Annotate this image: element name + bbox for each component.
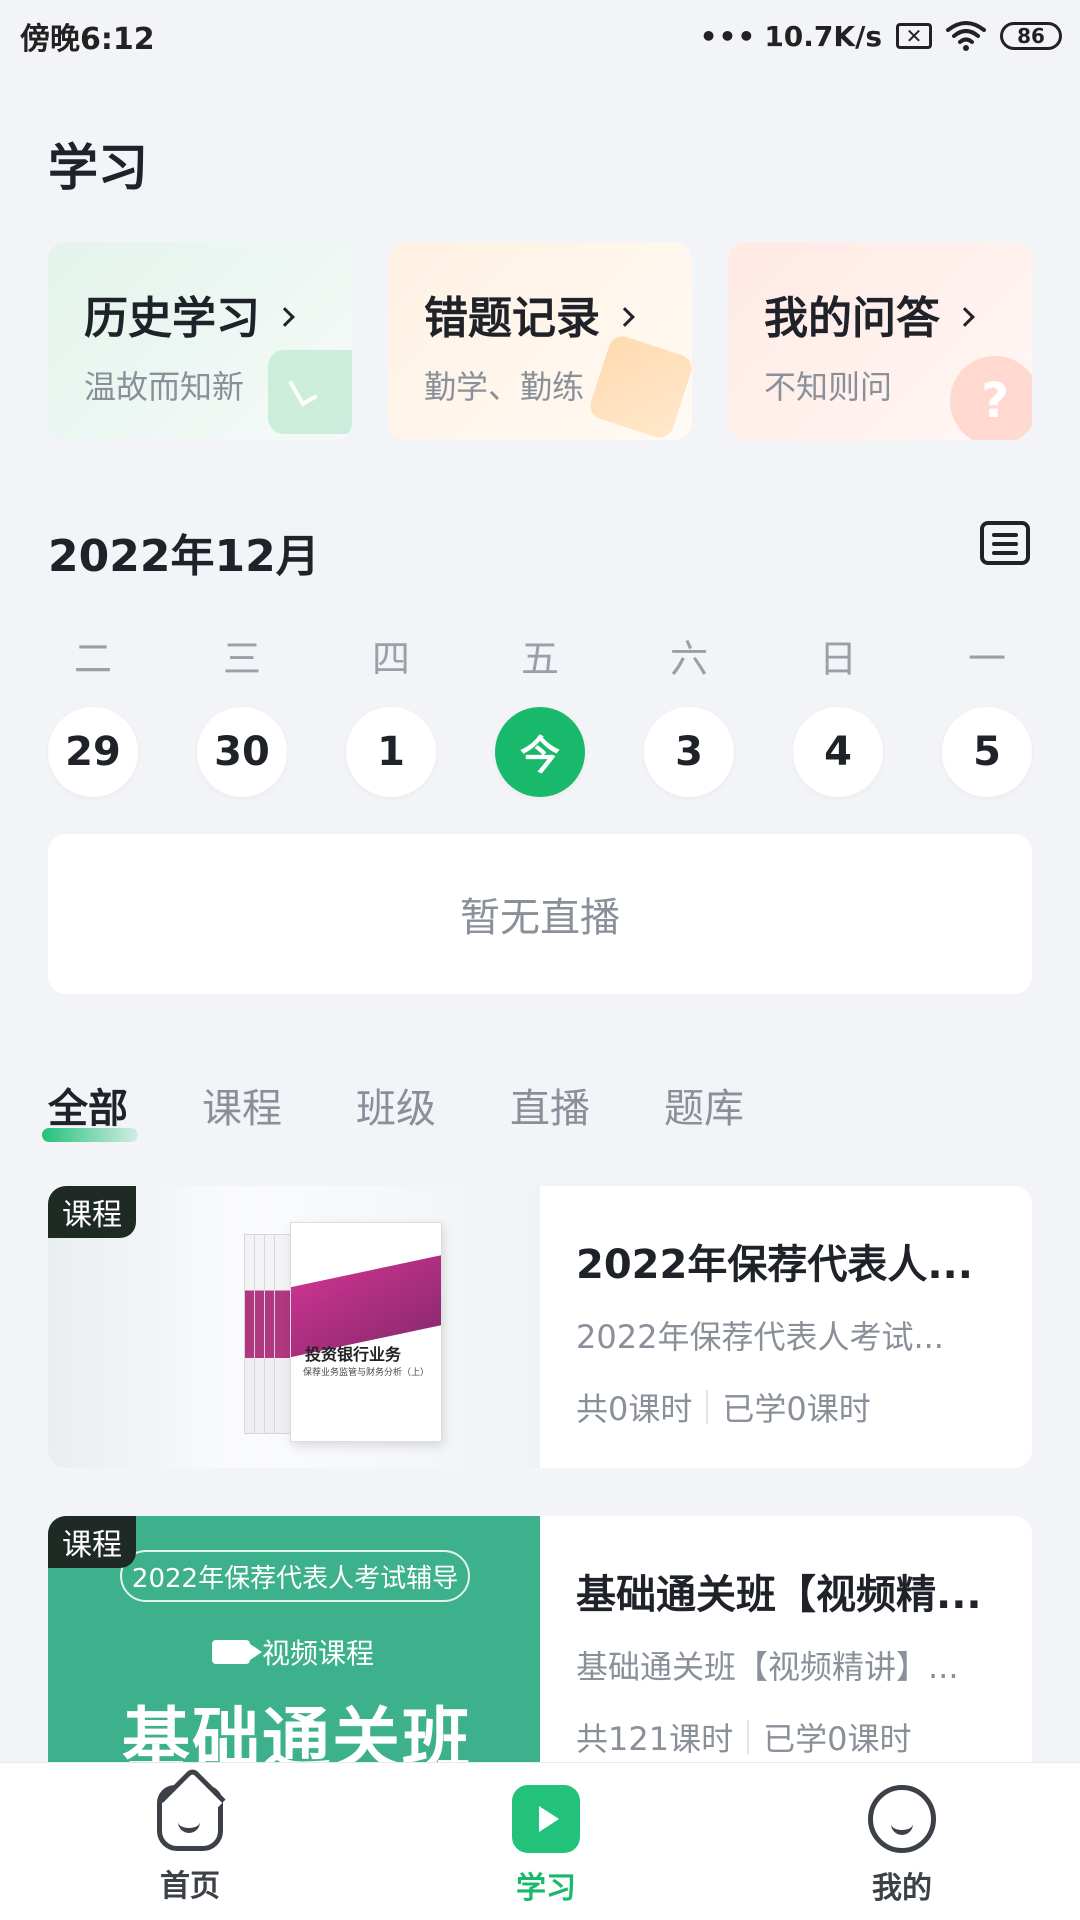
- course-title: 基础通关班【视频精...: [576, 1572, 982, 1618]
- video-camera-icon: [212, 1640, 262, 1664]
- book-stack-image: 投资银行业务 保荐业务监管与财务分析（上）: [198, 1214, 448, 1452]
- tab-course[interactable]: 课程: [202, 1076, 282, 1134]
- x-box-icon: ✕: [896, 23, 932, 49]
- question-icon: ?: [950, 356, 1032, 440]
- chevron-right-icon: [955, 307, 975, 327]
- tab-label: 题库: [664, 1086, 744, 1132]
- card-title: 历史学习: [84, 282, 352, 346]
- nav-mine[interactable]: 我的: [802, 1763, 1002, 1920]
- course-card[interactable]: 课程 2022年保荐代表人考试辅导 视频课程 基础通关班 基础通关班【视频精..…: [48, 1516, 1032, 1798]
- course-tag: 课程: [48, 1516, 136, 1568]
- mistake-record-card[interactable]: 错题记录 勤学、勤练: [388, 242, 692, 440]
- weekday-label: 日: [818, 637, 857, 681]
- course-desc: 2022年保荐代表人考试...: [576, 1318, 944, 1356]
- tab-class[interactable]: 班级: [356, 1076, 436, 1134]
- weekday-label: 五: [520, 637, 559, 681]
- book-title: 投资银行业务: [305, 1345, 402, 1364]
- status-icons: ••• 10.7K/s ✕ 86: [700, 20, 1062, 53]
- weekday-label: 三: [222, 637, 261, 681]
- tab-label: 班级: [356, 1086, 436, 1132]
- card-title: 错题记录: [424, 282, 692, 346]
- play-icon: [512, 1785, 580, 1853]
- course-total-lessons: 共0课时: [576, 1390, 693, 1428]
- course-total-lessons: 共121课时: [576, 1720, 734, 1758]
- course-learned-lessons: 已学0课时: [722, 1390, 871, 1428]
- calendar-day[interactable]: 30: [197, 707, 287, 797]
- my-qa-card[interactable]: 我的问答 不知则问 ?: [728, 242, 1032, 440]
- nav-label: 首页: [160, 1869, 220, 1904]
- course-meta: 共0课时 已学0课时: [576, 1384, 996, 1430]
- cover-pill-text: 2022年保荐代表人考试辅导: [120, 1550, 470, 1602]
- tab-live[interactable]: 直播: [510, 1076, 590, 1134]
- smile-icon: [868, 1785, 936, 1853]
- battery-level: 86: [1017, 24, 1045, 48]
- battery-icon: 86: [1000, 22, 1062, 50]
- network-speed: 10.7K/s: [764, 19, 882, 53]
- notebook-icon: [586, 332, 692, 440]
- course-title: 2022年保荐代表人...: [576, 1242, 973, 1288]
- status-dots: •••: [699, 19, 757, 53]
- calendar-day[interactable]: 29: [48, 707, 138, 797]
- live-empty-box: 暂无直播: [48, 834, 1032, 994]
- meta-divider: [747, 1720, 750, 1754]
- nav-label: 我的: [872, 1871, 932, 1906]
- course-desc: 基础通关班【视频精讲】...: [576, 1648, 959, 1686]
- book-front: 投资银行业务 保荐业务监管与财务分析（上）: [290, 1222, 442, 1442]
- tab-label: 直播: [510, 1086, 590, 1132]
- course-cover: 课程 投资银行业务 保荐业务监管与财务分析（上）: [48, 1186, 540, 1468]
- course-cover: 课程 2022年保荐代表人考试辅导 视频课程 基础通关班: [48, 1516, 540, 1798]
- calendar-day-today[interactable]: 今: [495, 707, 585, 797]
- weekday-label: 二: [73, 637, 112, 681]
- bottom-nav: 首页 学习 我的: [0, 1762, 1080, 1920]
- nav-home[interactable]: 首页: [90, 1763, 290, 1920]
- course-meta: 共121课时 已学0课时: [576, 1714, 996, 1760]
- filter-tabs: 全部 课程 班级 直播 题库: [42, 1076, 818, 1142]
- tab-question-bank[interactable]: 题库: [664, 1076, 744, 1134]
- home-icon: [157, 1785, 223, 1851]
- nav-study[interactable]: 学习: [446, 1763, 646, 1920]
- calendar-day[interactable]: 3: [644, 707, 734, 797]
- quick-cards: 历史学习 温故而知新 错题记录 勤学、勤练 我的问答 不知则问 ?: [48, 242, 1032, 440]
- weekday-label: 四: [371, 637, 410, 681]
- course-info: 基础通关班【视频精... 基础通关班【视频精讲】... 共121课时 已学0课时: [540, 1516, 1032, 1798]
- card-title: 我的问答: [764, 282, 1032, 346]
- course-info: 2022年保荐代表人... 2022年保荐代表人考试... 共0课时 已学0课时: [540, 1186, 1032, 1468]
- page-title: 学习: [48, 139, 148, 197]
- wifi-icon: [946, 21, 986, 51]
- course-tag: 课程: [48, 1186, 136, 1238]
- weekday-row: 二 三 四 五 六 日 一: [48, 628, 1032, 683]
- cover-video-label: 视频课程: [212, 1632, 374, 1672]
- calendar-day[interactable]: 1: [346, 707, 436, 797]
- nav-label: 学习: [516, 1871, 576, 1906]
- chevron-right-icon: [275, 307, 295, 327]
- course-learned-lessons: 已学0课时: [763, 1720, 912, 1758]
- chevron-right-icon: [615, 307, 635, 327]
- history-study-card[interactable]: 历史学习 温故而知新: [48, 242, 352, 440]
- meta-divider: [706, 1390, 709, 1424]
- calendar-day[interactable]: 4: [793, 707, 883, 797]
- day-row: 29 30 1 今 3 4 5: [48, 707, 1032, 797]
- card-title-text: 历史学习: [84, 293, 260, 344]
- book-subtitle: 保荐业务监管与财务分析（上）: [303, 1368, 430, 1378]
- card-title-text: 错题记录: [424, 293, 600, 344]
- month-title: 2022年12月: [48, 531, 320, 582]
- status-bar: 傍晚6:12 ••• 10.7K/s ✕ 86: [0, 0, 1080, 72]
- tab-all[interactable]: 全部: [42, 1076, 138, 1142]
- question-mark: ?: [981, 373, 1009, 429]
- weekday-label: 六: [669, 637, 708, 681]
- status-time: 傍晚6:12: [20, 22, 155, 57]
- weekday-label: 一: [967, 637, 1006, 681]
- live-empty-text: 暂无直播: [460, 895, 620, 941]
- tab-label: 课程: [202, 1086, 282, 1132]
- course-card[interactable]: 课程 投资银行业务 保荐业务监管与财务分析（上） 2022年保荐代表人... 2…: [48, 1186, 1032, 1468]
- clock-icon: [268, 350, 352, 434]
- tab-label: 全部: [48, 1086, 128, 1132]
- card-title-text: 我的问答: [764, 293, 940, 344]
- cover-video-text: 视频课程: [262, 1637, 375, 1670]
- calendar-list-icon[interactable]: [980, 521, 1030, 565]
- calendar-day[interactable]: 5: [942, 707, 1032, 797]
